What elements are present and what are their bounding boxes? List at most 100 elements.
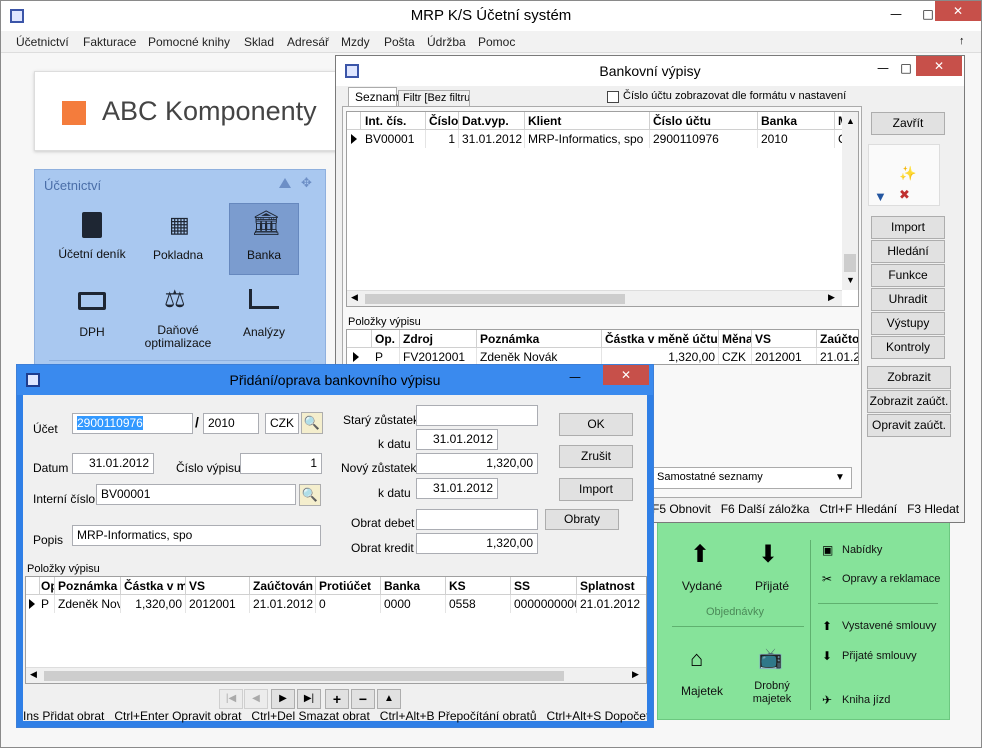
menu-fakturace[interactable]: Fakturace <box>83 35 136 49</box>
internal-lookup-icon[interactable]: 🔍 <box>299 484 321 506</box>
ok-button[interactable]: OK <box>559 413 633 436</box>
tile-vydane[interactable]: Vydané <box>672 579 732 593</box>
scroll-up-icon[interactable]: ▲ <box>846 116 855 126</box>
table-row[interactable]: P Zdeněk Nov. 1,320,00 2012001 21.01.201… <box>26 595 646 613</box>
dcol-ks[interactable]: KS <box>446 577 511 595</box>
statement-number-field[interactable]: 1 <box>240 453 322 474</box>
col-klient[interactable]: Klient <box>525 112 650 130</box>
funkce-button[interactable]: Funkce <box>871 264 945 287</box>
tab-filtr[interactable]: Filtr [Bez filtru] <box>398 90 470 107</box>
obraty-button[interactable]: Obraty <box>545 509 619 530</box>
bank-maximize-button[interactable]: □ <box>894 56 918 76</box>
menu-udrzba[interactable]: Údržba <box>427 35 466 49</box>
nav-first-button[interactable]: |◀ <box>219 689 243 709</box>
internal-number-field[interactable]: BV00001 <box>96 484 296 505</box>
new-balance-date-field[interactable]: 31.01.2012 <box>416 478 498 499</box>
col-int-cis[interactable]: Int. čís. <box>361 112 426 130</box>
checkbox-account-format[interactable] <box>607 91 619 103</box>
tile-danove-optimalizace[interactable]: Daňové optimalizace <box>143 324 213 350</box>
link-kniha-jizd[interactable]: Kniha jízd <box>842 694 890 706</box>
tile-drobny-majetek[interactable]: Drobný majetek <box>742 680 802 706</box>
filter-icon[interactable]: ▼ <box>874 189 887 204</box>
menu-posta[interactable]: Pošta <box>384 35 415 49</box>
debit-field[interactable] <box>416 509 538 530</box>
link-opravy[interactable]: Opravy a reklamace <box>842 573 940 585</box>
dcol-zauctovan[interactable]: Zaúčtován <box>250 577 316 595</box>
dialog-scroll-left-icon[interactable]: ◀ <box>30 669 37 680</box>
account-lookup-icon[interactable]: 🔍 <box>301 412 323 434</box>
panel-up-icon[interactable] <box>279 178 291 188</box>
zobrazit-zauct-button[interactable]: Zobrazit zaúčt. <box>867 390 951 413</box>
dcol-splatnost[interactable]: Splatnost <box>577 577 646 595</box>
credit-field[interactable]: 1,320,00 <box>416 533 538 554</box>
vystupy-button[interactable]: Výstupy <box>871 312 945 335</box>
bank-close-button[interactable]: ✕ <box>916 56 962 76</box>
table-row[interactable]: BV00001 1 31.01.2012 MRP-Informatics, sp… <box>347 130 845 148</box>
dialog-import-button[interactable]: Import <box>559 478 633 501</box>
scroll-left-icon[interactable]: ◀ <box>351 292 358 303</box>
dcol-castka[interactable]: Částka v m <box>121 577 186 595</box>
tile-banka[interactable]: Banka <box>229 248 299 262</box>
date-field[interactable]: 31.01.2012 <box>72 453 154 474</box>
dcol-op[interactable]: Op <box>40 577 55 595</box>
currency-field[interactable]: CZK <box>265 413 299 434</box>
import-button[interactable]: Import <box>871 216 945 239</box>
col-mena[interactable]: Měna <box>719 330 752 348</box>
hscroll-thumb[interactable] <box>365 294 625 304</box>
vertical-scrollbar[interactable]: ▲ ▼ <box>842 112 858 290</box>
add-row-button[interactable]: + <box>325 689 349 709</box>
dcol-banka[interactable]: Banka <box>381 577 446 595</box>
bank-code-field[interactable]: 2010 <box>203 413 259 434</box>
col-poznamka[interactable]: Poznámka <box>477 330 602 348</box>
uhradit-button[interactable]: Uhradit <box>871 288 945 311</box>
col-cislo-uctu[interactable]: Číslo účtu <box>650 112 758 130</box>
opravit-zauct-button[interactable]: Opravit zaúčt. <box>867 414 951 437</box>
dialog-scroll-right-icon[interactable]: ▶ <box>632 669 639 680</box>
col-vs[interactable]: VS <box>752 330 817 348</box>
scroll-right-icon[interactable]: ▶ <box>828 292 835 303</box>
tile-pokladna[interactable]: Pokladna <box>139 248 217 262</box>
bank-minimize-button[interactable]: — <box>871 56 895 76</box>
col-zaucto[interactable]: Zaúčto <box>817 330 858 348</box>
tab-seznam[interactable]: Seznam <box>348 87 399 107</box>
col-zdroj[interactable]: Zdroj <box>400 330 477 348</box>
dialog-close-button[interactable]: ✕ <box>603 365 649 385</box>
col-cislo[interactable]: Číslo <box>426 112 459 130</box>
edit-row-button[interactable]: ▲ <box>377 689 401 709</box>
zavrit-button[interactable]: Zavřít <box>871 112 945 135</box>
nav-prev-button[interactable]: ◀ <box>244 689 268 709</box>
account-field[interactable]: 2900110976 <box>72 413 193 434</box>
new-balance-field[interactable]: 1,320,00 <box>416 453 538 474</box>
magic-wand-icon[interactable]: ✨ <box>899 165 916 182</box>
link-prijate-smlouvy[interactable]: Přijaté smlouvy <box>842 650 917 662</box>
nav-next-button[interactable]: ▶ <box>271 689 295 709</box>
col-castka[interactable]: Částka v měně účtu <box>602 330 719 348</box>
menu-ucetnictvi[interactable]: Účetnictví <box>16 35 69 49</box>
dialog-hscroll-thumb[interactable] <box>44 671 564 681</box>
old-balance-field[interactable] <box>416 405 538 426</box>
scroll-thumb[interactable] <box>844 254 856 272</box>
col-dat-vyp[interactable]: Dat.vyp. <box>459 112 525 130</box>
tile-majetek[interactable]: Majetek <box>672 684 732 698</box>
tile-dph[interactable]: DPH <box>49 325 135 339</box>
delete-row-button[interactable]: − <box>351 689 375 709</box>
menu-mzdy[interactable]: Mzdy <box>341 35 370 49</box>
dcol-poznamka[interactable]: Poznámka <box>55 577 121 595</box>
menu-sklad[interactable]: Sklad <box>244 35 274 49</box>
menu-pomocne-knihy[interactable]: Pomocné knihy <box>148 35 230 49</box>
tile-analyzy[interactable]: Analýzy <box>229 325 299 339</box>
list-type-dropdown[interactable]: Samostatné seznamy ▼ <box>650 467 852 489</box>
link-vystavene-smlouvy[interactable]: Vystavené smlouvy <box>842 620 936 632</box>
clear-filter-icon[interactable]: ✖ <box>899 187 910 203</box>
col-banka[interactable]: Banka <box>758 112 835 130</box>
close-button[interactable]: ✕ <box>935 1 981 21</box>
scroll-down-icon[interactable]: ▼ <box>846 275 855 285</box>
link-nabidky[interactable]: Nabídky <box>842 544 882 556</box>
old-balance-date-field[interactable]: 31.01.2012 <box>416 429 498 450</box>
tile-ucetni-denik[interactable]: Účetní deník <box>49 247 135 261</box>
tile-prijate[interactable]: Přijaté <box>742 579 802 593</box>
zrusit-button[interactable]: Zrušit <box>559 445 633 468</box>
dcol-protiucet[interactable]: Protiúčet <box>316 577 381 595</box>
dialog-horizontal-scrollbar[interactable]: ◀ ▶ <box>26 667 646 683</box>
dcol-ss[interactable]: SS <box>511 577 577 595</box>
